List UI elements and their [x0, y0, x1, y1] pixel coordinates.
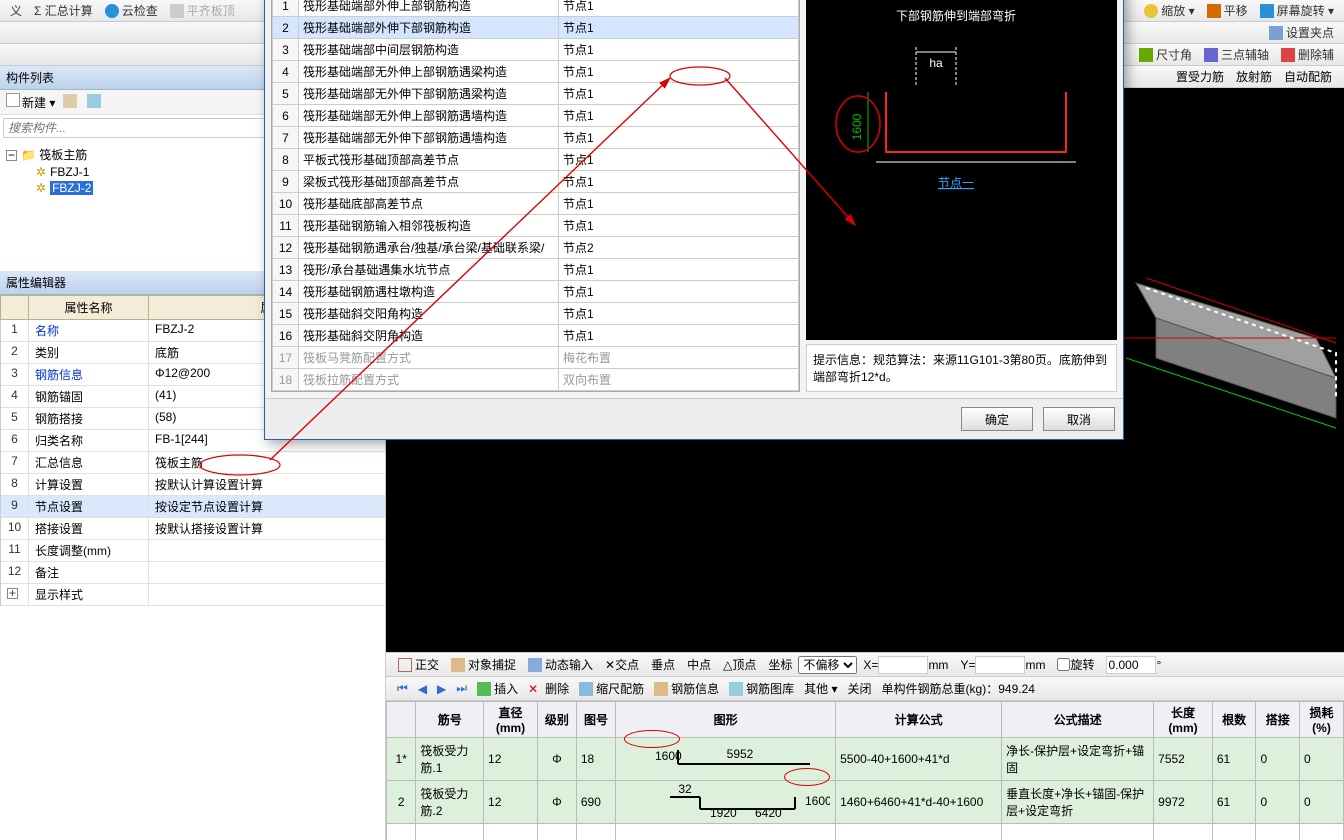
sb-mid[interactable]: 中点: [687, 656, 711, 673]
r2-grip[interactable]: 设置夹点: [1269, 24, 1334, 41]
preview-pane: 节点设置示意图 下部钢筋伸到端部弯折 ha 1600: [806, 0, 1117, 392]
node-row[interactable]: 5筏形基础端部无外伸下部钢筋遇梁构造节点1: [273, 83, 799, 105]
tree-item-1[interactable]: FBZJ-2: [50, 181, 93, 195]
tb-def[interactable]: 义: [10, 2, 22, 19]
collapse-icon[interactable]: −: [6, 150, 17, 161]
node-row[interactable]: 3筏形基础端部中间层钢筋构造节点1: [273, 39, 799, 61]
rebar-bar: ⏮ ◀ ▶ ⏭ 插入 ✕删除 缩尺配筋 钢筋信息 钢筋图库 其他 ▾ 关闭 单构…: [386, 676, 1344, 700]
node-table[interactable]: 名称节点图 1筏形基础端部外伸上部钢筋构造节点12筏形基础端部外伸下部钢筋构造节…: [271, 0, 800, 392]
node-row[interactable]: 1筏形基础端部外伸上部钢筋构造节点1: [273, 0, 799, 17]
rb-radial[interactable]: 放射筋: [1236, 68, 1272, 85]
node-settings-dialog: ◈ 节点设置 − □ ✕ 名称节点图 1筏形基础端部外伸上部钢筋构造节点12筏形…: [264, 0, 1124, 440]
preview-node-label: 节点一: [938, 176, 974, 190]
prop-row[interactable]: + 显示样式: [1, 584, 385, 606]
node-row[interactable]: 16筏形基础斜交阴角构造节点1: [273, 325, 799, 347]
tree-item-0[interactable]: FBZJ-1: [50, 165, 89, 179]
rb-place[interactable]: 置受力筋: [1176, 68, 1224, 85]
sb-dyn[interactable]: 动态输入: [528, 656, 593, 673]
sb-osnap[interactable]: 对象捕捉: [451, 656, 516, 673]
tb-pan[interactable]: 平移: [1207, 2, 1248, 19]
tb-rotate[interactable]: 屏幕旋转 ▾: [1260, 2, 1334, 19]
tb-sum[interactable]: Σ 汇总计算: [34, 2, 93, 19]
node-row[interactable]: 17筏板马凳筋配置方式梅花布置: [273, 347, 799, 369]
node-row[interactable]: 2筏形基础端部外伸下部钢筋构造节点1: [273, 17, 799, 39]
tb-cloud[interactable]: 云检查: [105, 2, 158, 19]
offset-select[interactable]: 不偏移: [798, 656, 857, 674]
sb-int[interactable]: ✕ 交点: [605, 656, 639, 673]
prop-row[interactable]: 7 汇总信息 筏板主筋: [1, 452, 385, 474]
sb-perp[interactable]: 垂点: [651, 656, 675, 673]
rb-lib[interactable]: 钢筋图库: [729, 680, 794, 697]
preview-caption: 下部钢筋伸到端部弯折: [896, 8, 1016, 23]
hint-box: 提示信息：规范算法：来源11G101-3第80页。底筋伸到端部弯折12*d。: [806, 344, 1117, 392]
prop-row[interactable]: 10 搭接设置 按默认搭接设置计算: [1, 518, 385, 540]
y-input[interactable]: [975, 656, 1025, 674]
status-bar: 正交 对象捕捉 动态输入 ✕ 交点 垂点 中点 △ 顶点 坐标 不偏移 X=mm…: [386, 652, 1344, 676]
rot-check[interactable]: [1057, 658, 1070, 671]
nav-last[interactable]: ⏭: [456, 681, 467, 696]
svg-text:1600: 1600: [805, 794, 830, 808]
node-row[interactable]: 4筏形基础端部无外伸上部钢筋遇梁构造节点1: [273, 61, 799, 83]
rb-info[interactable]: 钢筋信息: [654, 680, 719, 697]
sb-coord[interactable]: 坐标: [768, 656, 792, 673]
ok-button[interactable]: 确定: [961, 407, 1033, 431]
prop-row[interactable]: 11 长度调整(mm): [1, 540, 385, 562]
sb-ortho[interactable]: 正交: [398, 656, 439, 673]
copy-icon[interactable]: [63, 94, 79, 111]
r3-3pt[interactable]: 三点辅轴: [1204, 46, 1269, 63]
x-input[interactable]: [878, 656, 928, 674]
result-row[interactable]: 1*筏板受力筋.112 Φ18 1600 5952 5500-40+1600+4…: [387, 738, 1344, 781]
result-row[interactable]: 3: [387, 824, 1344, 840]
result-row[interactable]: 2筏板受力筋.212 Φ690 32 1920 6420 1600 1460+6…: [387, 781, 1344, 824]
tb-flat[interactable]: 平齐板顶: [170, 2, 235, 19]
rb-scale[interactable]: 缩尺配筋: [579, 680, 644, 697]
prop-row[interactable]: 12 备注: [1, 562, 385, 584]
props-icon[interactable]: [87, 94, 103, 111]
node-row[interactable]: 10筏形基础底部高差节点节点1: [273, 193, 799, 215]
svg-text:6420: 6420: [755, 806, 782, 819]
tb-zoom[interactable]: 缩放 ▾: [1144, 2, 1194, 19]
node-row[interactable]: 7筏形基础端部无外伸下部钢筋遇墙构造节点1: [273, 127, 799, 149]
sb-vert[interactable]: △ 顶点: [723, 656, 756, 673]
nav-first[interactable]: ⏮: [397, 681, 408, 696]
rb-auto[interactable]: 自动配筋: [1284, 68, 1332, 85]
result-table: 筋号直径(mm)级别图号图形计算公式公式描述长度(mm)根数搭接损耗(%)1*筏…: [386, 701, 1344, 840]
svg-text:1920: 1920: [710, 806, 737, 819]
rot-input[interactable]: [1106, 656, 1156, 674]
gear-icon: ✲: [36, 165, 46, 179]
preview-1600: 1600: [850, 113, 864, 140]
node-row[interactable]: 8平板式筏形基础顶部高差节点节点1: [273, 149, 799, 171]
result-table-wrap[interactable]: 筋号直径(mm)级别图号图形计算公式公式描述长度(mm)根数搭接损耗(%)1*筏…: [386, 700, 1344, 840]
node-row[interactable]: 13筏形/承台基础遇集水坑节点节点1: [273, 259, 799, 281]
svg-text:32: 32: [679, 783, 693, 796]
nav-next[interactable]: ▶: [437, 682, 446, 696]
total-weight: 单构件钢筋总重(kg)：949.24: [882, 680, 1035, 697]
new-button[interactable]: 新建 ▾: [6, 93, 55, 111]
node-row[interactable]: 14筏形基础钢筋遇柱墩构造节点1: [273, 281, 799, 303]
prop-row[interactable]: 8 计算设置 按默认计算设置计算: [1, 474, 385, 496]
rb-insert[interactable]: 插入: [477, 680, 518, 697]
rb-close[interactable]: 关闭: [848, 680, 872, 697]
svg-text:5952: 5952: [727, 747, 754, 761]
rb-delete[interactable]: ✕删除: [528, 680, 569, 697]
cancel-button[interactable]: 取消: [1043, 407, 1115, 431]
node-row[interactable]: 6筏形基础端部无外伸上部钢筋遇墙构造节点1: [273, 105, 799, 127]
rb-other[interactable]: 其他 ▾: [804, 680, 837, 697]
tree-root[interactable]: 筏板主筋: [39, 148, 87, 162]
node-row[interactable]: 9梁板式筏形基础顶部高差节点节点1: [273, 171, 799, 193]
preview-canvas: 下部钢筋伸到端部弯折 ha 1600 节点一: [806, 0, 1117, 340]
r3-del[interactable]: 删除辅: [1281, 46, 1334, 63]
node-row[interactable]: 12筏形基础钢筋遇承台/独基/承台梁/基础联系梁/节点2: [273, 237, 799, 259]
node-row[interactable]: 11筏形基础钢筋输入相邻筏板构造节点1: [273, 215, 799, 237]
prop-row[interactable]: 9 节点设置 按设定节点设置计算: [1, 496, 385, 518]
nav-prev[interactable]: ◀: [418, 682, 427, 696]
r3-angle[interactable]: 尺寸角: [1139, 46, 1192, 63]
gear-icon: ✲: [36, 181, 46, 195]
node-row[interactable]: 18筏板拉筋配置方式双向布置: [273, 369, 799, 391]
node-row[interactable]: 15筏形基础斜交阳角构造节点1: [273, 303, 799, 325]
preview-ha: ha: [929, 56, 943, 70]
